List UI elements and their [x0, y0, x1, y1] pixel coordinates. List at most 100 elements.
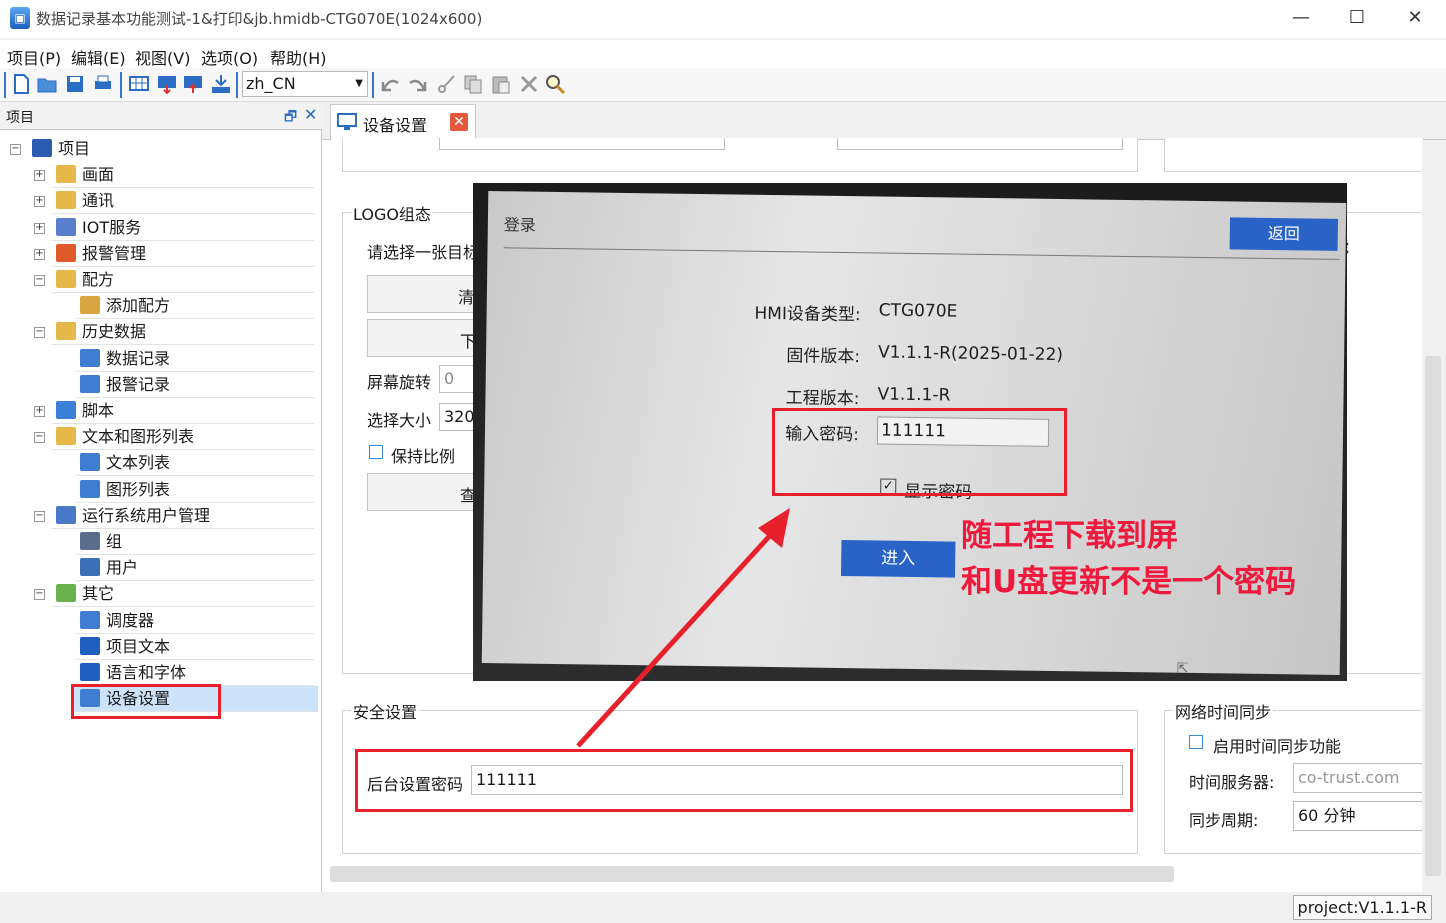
hmi-login-title: 登录	[503, 215, 537, 235]
delete-icon[interactable]	[518, 73, 540, 95]
language-select[interactable]: zh_CN ▼	[242, 71, 368, 97]
tree-expander[interactable]: +	[34, 222, 45, 234]
tree-item[interactable]: 组	[80, 529, 122, 555]
tree-item[interactable]: 用户	[80, 555, 138, 581]
print-icon[interactable]	[92, 73, 114, 95]
enable-sync-checkbox[interactable]	[1189, 735, 1203, 749]
undo-icon[interactable]	[380, 73, 402, 95]
panel-close-icon[interactable]: ✕	[304, 105, 317, 124]
tree-item-label: 项目文本	[106, 636, 171, 656]
tree-item-icon	[32, 139, 52, 157]
upload-icon[interactable]	[182, 73, 204, 95]
tree-item-icon	[56, 243, 76, 262]
tree-item[interactable]: 脚本	[56, 398, 114, 424]
tree-expander[interactable]: +	[34, 196, 45, 208]
menu-project[interactable]: 项目(P)	[7, 45, 61, 69]
tree-item[interactable]: 数据记录	[80, 346, 170, 372]
new-icon[interactable]	[10, 73, 32, 95]
simulate-icon[interactable]	[210, 73, 232, 95]
time-server-field[interactable]: co-trust.com	[1293, 763, 1433, 793]
tree-item[interactable]: 其它	[56, 581, 114, 607]
app-icon: ▣	[10, 7, 30, 29]
tree-item[interactable]: 历史数据	[56, 319, 146, 345]
logo-group-title: LOGO组态	[351, 201, 433, 225]
tree-item-icon	[56, 191, 76, 210]
tree-item[interactable]: 通讯	[56, 188, 114, 214]
cut-icon[interactable]	[436, 73, 458, 95]
tree-item-icon	[80, 348, 100, 367]
tree-expander[interactable]: −	[34, 432, 45, 444]
tree-item[interactable]: 项目文本	[80, 634, 170, 660]
title-bar: ▣ 数据记录基本功能测试-1&打印&jb.hmidb-CTG070E(1024x…	[0, 0, 1446, 38]
tree-item[interactable]: 文本和图形列表	[56, 424, 194, 450]
hmi-project-version-label: 工程版本:	[785, 388, 860, 410]
top-field-partial-2[interactable]	[837, 138, 1123, 150]
tree-expander[interactable]: −	[34, 589, 45, 601]
time-sync-title: 网络时间同步	[1173, 699, 1274, 723]
tree-item-label: 报警记录	[106, 374, 171, 394]
security-group-title: 安全设置	[351, 699, 420, 723]
find-icon[interactable]	[544, 73, 566, 95]
horizontal-scroll-thumb[interactable]	[330, 866, 1174, 882]
tree-item[interactable]: 配方	[56, 267, 114, 293]
copy-icon[interactable]	[462, 73, 484, 95]
redo-icon[interactable]	[406, 73, 428, 95]
keep-ratio-checkbox[interactable]	[369, 445, 383, 459]
tree-item-icon	[80, 374, 100, 393]
tree-expander[interactable]: −	[34, 510, 45, 522]
tree-item[interactable]: 调度器	[80, 608, 154, 634]
vertical-scroll-thumb[interactable]	[1425, 356, 1441, 876]
time-server-label: 时间服务器:	[1189, 773, 1275, 792]
highlight-hmi-password	[772, 408, 1067, 496]
hmi-title-divider	[503, 247, 1340, 260]
tree-item-icon	[80, 663, 100, 681]
sync-period-field[interactable]: 60 分钟	[1293, 801, 1433, 831]
paste-icon[interactable]	[490, 73, 512, 95]
tree-item-label: 脚本	[82, 401, 115, 420]
annotation-line-1: 随工程下载到屏	[961, 518, 1178, 554]
tree-item-icon	[80, 558, 100, 577]
tree-expander[interactable]: +	[34, 248, 45, 260]
tree-item-label: 用户	[106, 558, 139, 578]
tree-item[interactable]: IOT服务	[56, 215, 141, 241]
tree-item[interactable]: 图形列表	[80, 477, 170, 503]
tree-item[interactable]: 文本列表	[80, 450, 170, 476]
tree-expander[interactable]: +	[34, 170, 45, 182]
pin-icon[interactable]: 🗗	[284, 106, 297, 130]
top-field-partial[interactable]	[439, 138, 725, 150]
save-icon[interactable]	[64, 73, 86, 95]
minimize-button[interactable]: —	[1272, 0, 1330, 36]
menu-view[interactable]: 视图(V)	[135, 45, 190, 69]
tree-item[interactable]: 报警记录	[80, 372, 170, 398]
tree-item-label: 报警管理	[82, 243, 147, 263]
tree-item-icon	[80, 610, 100, 629]
tree-item[interactable]: 运行系统用户管理	[56, 503, 210, 529]
tree-item[interactable]: 画面	[56, 162, 114, 188]
screen-grid-icon[interactable]	[128, 73, 150, 95]
tree-item[interactable]: 报警管理	[56, 241, 146, 267]
tree-expander[interactable]: −	[34, 275, 45, 286]
tree-item-label: 调度器	[106, 610, 155, 630]
maximize-button[interactable]: ☐	[1328, 0, 1386, 36]
tree-item[interactable]: 项目	[32, 136, 90, 162]
tree-expander[interactable]: +	[34, 406, 45, 417]
project-panel-title: 项目	[6, 110, 34, 126]
close-button[interactable]: ✕	[1386, 0, 1444, 36]
tree-item[interactable]: 语言和字体	[80, 660, 186, 686]
tree-item[interactable]: 添加配方	[80, 293, 170, 319]
tab-close-icon[interactable]: ✕	[450, 113, 468, 131]
download-icon[interactable]	[156, 73, 178, 95]
annotation-line-2: 和U盘更新不是一个密码	[961, 564, 1297, 600]
open-icon[interactable]	[36, 73, 58, 95]
menu-options[interactable]: 选项(O)	[201, 45, 258, 69]
menu-help[interactable]: 帮助(H)	[270, 45, 327, 69]
tree-expander[interactable]: −	[10, 144, 21, 155]
top-group-partial	[342, 138, 1138, 172]
tree-expander[interactable]: −	[34, 327, 45, 339]
menu-bar: 项目(P) 编辑(E) 视图(V) 选项(O) 帮助(H)	[0, 40, 1446, 68]
hmi-project-version-value: V1.1.1-R	[877, 384, 951, 406]
hmi-firmware-value: V1.1.1-R(2025-01-22)	[877, 342, 1064, 366]
menu-edit[interactable]: 编辑(E)	[71, 45, 126, 69]
tree-item-label: 组	[106, 532, 123, 551]
tree-item-label: 配方	[82, 270, 115, 289]
